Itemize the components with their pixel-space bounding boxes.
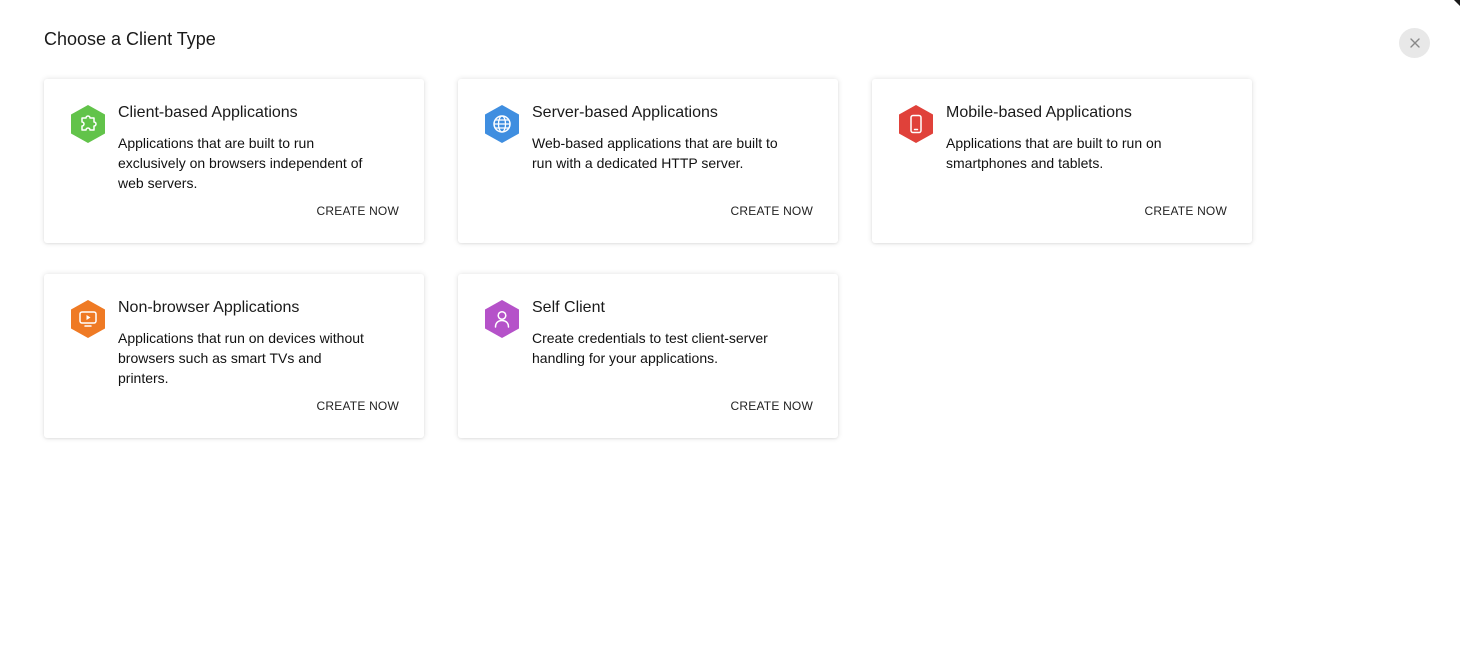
close-icon (1409, 37, 1421, 49)
puzzle-icon (69, 104, 107, 144)
card-title: Client-based Applications (118, 104, 298, 121)
card-non-browser[interactable]: Non-browser Applications Applications th… (44, 274, 424, 438)
card-self-client[interactable]: Self Client Create credentials to test c… (458, 274, 838, 438)
card-server-based[interactable]: Server-based Applications Web-based appl… (458, 79, 838, 243)
card-description: Create credentials to test client-server… (532, 330, 768, 366)
mobile-icon (897, 104, 935, 144)
tv-icon (69, 299, 107, 339)
globe-icon (483, 104, 521, 144)
card-description: Applications that are built to run exclu… (118, 135, 363, 191)
create-now-button[interactable]: CREATE NOW (317, 203, 399, 219)
user-icon (483, 299, 521, 339)
card-title: Non-browser Applications (118, 299, 300, 316)
card-mobile-based[interactable]: Mobile-based Applications Applications t… (872, 79, 1252, 243)
card-title: Server-based Applications (532, 104, 718, 121)
create-now-button[interactable]: CREATE NOW (731, 203, 813, 219)
card-title: Self Client (532, 299, 605, 316)
card-title: Mobile-based Applications (946, 104, 1132, 121)
create-now-button[interactable]: CREATE NOW (731, 398, 813, 414)
corner-arrow-icon (1454, 0, 1460, 6)
card-client-based[interactable]: Client-based Applications Applications t… (44, 79, 424, 243)
card-description: Web-based applications that are built to… (532, 135, 778, 171)
card-description: Applications that run on devices without… (118, 330, 364, 386)
create-now-button[interactable]: CREATE NOW (317, 398, 399, 414)
create-now-button[interactable]: CREATE NOW (1145, 203, 1227, 219)
card-description: Applications that are built to run on sm… (946, 135, 1162, 171)
page-title: Choose a Client Type (44, 29, 216, 49)
close-button[interactable] (1399, 28, 1430, 58)
